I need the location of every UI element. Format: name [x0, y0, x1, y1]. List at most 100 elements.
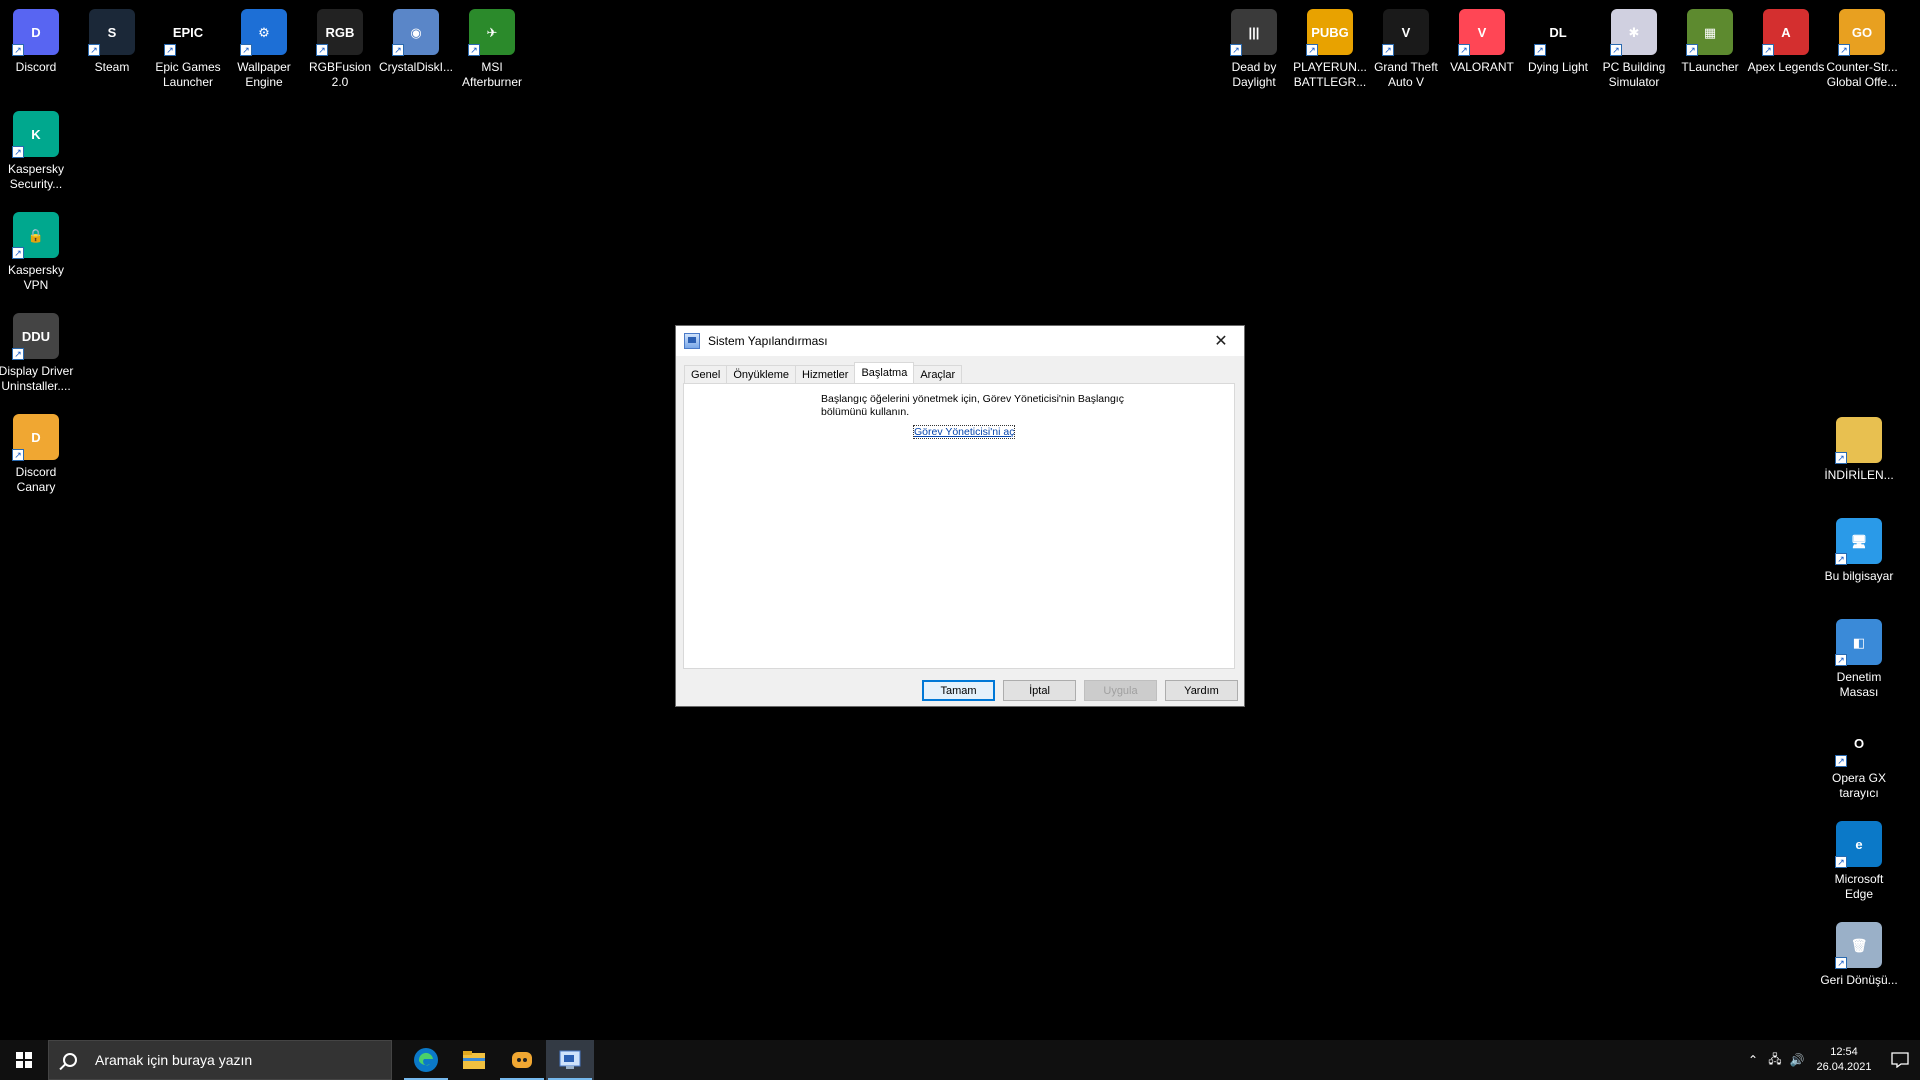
network-icon[interactable]: 🖧 [1764, 1050, 1786, 1071]
desktop-icon-label: Kaspersky Security... [7, 162, 65, 191]
tab-boot[interactable]: Önyükleme [726, 365, 796, 383]
desktop-icon-rgbfusion[interactable]: RGB ↗ RGBFusion 2.0 [302, 4, 378, 90]
tab-general[interactable]: Genel [684, 365, 728, 383]
notification-icon[interactable] [1880, 1040, 1920, 1080]
desktop-icon-label: Apex Legends [1747, 60, 1825, 74]
desktop-icon-label: Kaspersky VPN [7, 263, 65, 292]
startup-tab-panel: Başlangıç öğelerini yönetmek için, Görev… [683, 383, 1235, 669]
dialog-titlebar[interactable]: Sistem Yapılandırması ✕ [676, 326, 1244, 356]
discord-icon [512, 1052, 532, 1068]
volume-icon[interactable]: 🔊 [1786, 1053, 1808, 1067]
shortcut-arrow-icon: ↗ [12, 449, 24, 461]
desktop-icon-label: PC Building Simulator [1602, 60, 1666, 89]
desktop-icon-pubg[interactable]: PUBG ↗ PLAYERUN... BATTLEGR... [1292, 4, 1368, 90]
desktop-icon-label: Dying Light [1527, 60, 1589, 74]
desktop-icon-label: TLauncher [1681, 60, 1739, 74]
desktop-icon-gta5[interactable]: V ↗ Grand Theft Auto V [1368, 4, 1444, 90]
desktop-icon-label: Display Driver Uninstaller.... [0, 364, 74, 393]
apply-button[interactable]: Uygula [1084, 680, 1157, 701]
desktop-icon-steam[interactable]: S ↗ Steam [74, 4, 150, 75]
desktop-icon-label: RGBFusion 2.0 [308, 60, 372, 89]
help-button[interactable]: Yardım [1165, 680, 1238, 701]
cancel-button[interactable]: İptal [1003, 680, 1076, 701]
shortcut-arrow-icon: ↗ [1534, 44, 1546, 56]
shortcut-arrow-icon: ↗ [1686, 44, 1698, 56]
desktop-icon-apex-legends[interactable]: A ↗ Apex Legends [1748, 4, 1824, 75]
taskbar-discord[interactable] [498, 1040, 546, 1080]
shortcut-arrow-icon: ↗ [12, 348, 24, 360]
edge-icon [414, 1048, 438, 1072]
desktop-icon-label: Dead by Daylight [1231, 60, 1277, 89]
clock[interactable]: 12:54 26.04.2021 [1808, 1045, 1880, 1075]
shortcut-arrow-icon: ↗ [1835, 654, 1847, 666]
desktop-icon-discord-canary[interactable]: D ↗ Discord Canary [0, 409, 74, 495]
desktop-icon-label: İNDİRİLEN... [1824, 468, 1894, 482]
desktop-icon-dead-by-daylight[interactable]: ||| ↗ Dead by Daylight [1216, 4, 1292, 90]
shortcut-arrow-icon: ↗ [1762, 44, 1774, 56]
shortcut-arrow-icon: ↗ [12, 44, 24, 56]
desktop-icon-label: VALORANT [1450, 60, 1514, 74]
system-config-icon [684, 333, 700, 349]
taskbar-search[interactable]: Aramak için buraya yazın [48, 1040, 392, 1080]
tab-services[interactable]: Hizmetler [795, 365, 856, 383]
desktop-icon-csgo[interactable]: GO ↗ Counter-Str... Global Offe... [1824, 4, 1900, 90]
taskbar: Aramak için buraya yazın ⌃ 🖧 🔊 12:54 26.… [0, 1040, 1920, 1080]
shortcut-arrow-icon: ↗ [12, 247, 24, 259]
desktop-icon-label: Discord [15, 60, 57, 74]
desktop-icon-control-panel[interactable]: ◧ ↗ Denetim Masası [1821, 614, 1897, 700]
desktop-icon-dying-light[interactable]: DL ↗ Dying Light [1520, 4, 1596, 75]
desktop-icon-kaspersky-security[interactable]: K ↗ Kaspersky Security... [0, 106, 74, 192]
close-icon[interactable]: ✕ [1198, 326, 1244, 356]
shortcut-arrow-icon: ↗ [1382, 44, 1394, 56]
clock-date: 26.04.2021 [1816, 1061, 1872, 1073]
desktop-icon-label: Wallpaper Engine [237, 60, 291, 89]
taskbar-system-config[interactable] [546, 1040, 594, 1080]
desktop-icon-epic-games[interactable]: EPIC ↗ Epic Games Launcher [150, 4, 226, 90]
shortcut-arrow-icon: ↗ [1838, 44, 1850, 56]
shortcut-arrow-icon: ↗ [1610, 44, 1622, 56]
tab-strip: Genel Önyükleme Hizmetler Başlatma Araçl… [684, 362, 963, 383]
desktop-icon-opera-gx[interactable]: O ↗ Opera GX tarayıcı [1821, 715, 1897, 801]
shortcut-arrow-icon: ↗ [240, 44, 252, 56]
desktop-icon-wallpaper-engine[interactable]: ⚙ ↗ Wallpaper Engine [226, 4, 302, 90]
desktop-icon-this-pc[interactable]: 🖥 ↗ Bu bilgisayar [1821, 513, 1897, 584]
taskbar-file-explorer[interactable] [450, 1040, 498, 1080]
ok-button[interactable]: Tamam [922, 680, 995, 701]
taskbar-edge[interactable] [402, 1040, 450, 1080]
desktop-icon-discord[interactable]: D ↗ Discord [0, 4, 74, 75]
shortcut-arrow-icon: ↗ [88, 44, 100, 56]
shortcut-arrow-icon: ↗ [1230, 44, 1242, 56]
desktop-icon-label: Grand Theft Auto V [1374, 60, 1438, 89]
desktop-icon-label: Bu bilgisayar [1824, 569, 1894, 583]
desktop-icon-pc-building-simulator[interactable]: ✱ ↗ PC Building Simulator [1596, 4, 1672, 90]
shortcut-arrow-icon: ↗ [1458, 44, 1470, 56]
desktop-icon-label: PLAYERUN... BATTLEGR... [1293, 60, 1367, 89]
desktop-icon-edge[interactable]: e ↗ Microsoft Edge [1821, 816, 1897, 902]
tab-tools[interactable]: Araçlar [913, 365, 963, 383]
desktop-icon-kaspersky-vpn[interactable]: 🔒 ↗ Kaspersky VPN [0, 207, 74, 293]
desktop-icon-msi-afterburner[interactable]: ✈ ↗ MSI Afterburner [454, 4, 530, 90]
desktop-icon-folder[interactable]: ↗ İNDİRİLEN... [1821, 412, 1897, 483]
windows-logo-icon [16, 1052, 32, 1068]
dialog-title: Sistem Yapılandırması [708, 334, 828, 348]
system-config-icon [559, 1050, 581, 1069]
open-task-manager-link[interactable]: Görev Yöneticisi'ni aç [912, 425, 1016, 439]
desktop-icon-label: CrystalDiskI... [378, 60, 453, 74]
desktop-icon-recycle-bin[interactable]: 🗑 ↗ Geri Dönüşü... [1820, 917, 1898, 988]
shortcut-arrow-icon: ↗ [1306, 44, 1318, 56]
chevron-up-icon[interactable]: ⌃ [1742, 1053, 1764, 1067]
desktop-icon-crystaldisk[interactable]: ◉ ↗ CrystalDiskI... [378, 4, 454, 75]
shortcut-arrow-icon: ↗ [1835, 957, 1847, 969]
desktop-icon-ddu[interactable]: DDU ↗ Display Driver Uninstaller.... [0, 308, 74, 394]
desktop-icon-label: Geri Dönüşü... [1820, 973, 1898, 987]
tab-startup[interactable]: Başlatma [854, 362, 915, 383]
start-button[interactable] [0, 1040, 48, 1080]
file-explorer-icon [463, 1051, 485, 1069]
desktop-icon-valorant[interactable]: V ↗ VALORANT [1444, 4, 1520, 75]
search-icon [63, 1053, 77, 1067]
desktop-icon-label: Opera GX tarayıcı [1831, 771, 1887, 800]
desktop-icon-label: Epic Games Launcher [155, 60, 221, 89]
desktop-icon-tlauncher[interactable]: ▦ ↗ TLauncher [1672, 4, 1748, 75]
shortcut-arrow-icon: ↗ [164, 44, 176, 56]
shortcut-arrow-icon: ↗ [1835, 856, 1847, 868]
